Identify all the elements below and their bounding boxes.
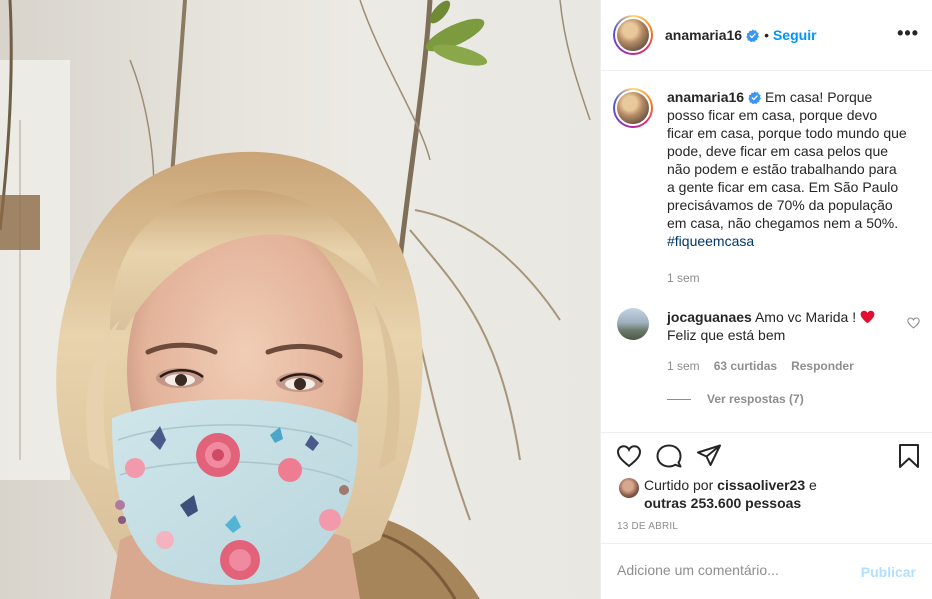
commenter-avatar[interactable] <box>617 308 649 340</box>
author-avatar[interactable] <box>613 15 653 55</box>
caption-timestamp[interactable]: 1 sem <box>667 271 700 285</box>
header-separator: • <box>764 27 769 43</box>
heart-icon[interactable] <box>616 443 642 469</box>
caption-hashtag-link[interactable]: #fiqueemcasa <box>667 233 754 249</box>
actions-divider <box>601 432 932 433</box>
likes-summary: Curtido por cissaoliver23 e outras 253.6… <box>619 476 817 512</box>
liker-avatar[interactable] <box>619 478 639 498</box>
more-options-icon[interactable]: ••• <box>897 24 919 42</box>
likes-text: Curtido por cissaoliver23 e outras 253.6… <box>644 476 817 512</box>
publish-button[interactable]: Publicar <box>861 564 916 580</box>
comment-meta: 1 sem 63 curtidas Responder <box>667 359 854 373</box>
caption-author-avatar[interactable] <box>613 88 653 128</box>
photo-illustration <box>0 0 591 599</box>
comment-icon[interactable] <box>656 443 682 469</box>
red-heart-emoji-icon <box>860 310 875 324</box>
post-caption: anamaria16 Em casa! Porque posso ficar e… <box>613 88 923 250</box>
comment-text: jocaguanaes Amo vc Marida ! Feliz que es… <box>667 308 877 344</box>
caption-username[interactable]: anamaria16 <box>667 89 744 105</box>
liker-username[interactable]: cissaoliver23 <box>717 477 805 493</box>
verified-badge-icon <box>746 28 760 42</box>
post-sidebar: anamaria16 • Seguir ••• anamaria16 Em ca… <box>600 0 932 599</box>
post-header: anamaria16 • Seguir ••• <box>601 0 932 71</box>
reply-button[interactable]: Responder <box>791 359 854 373</box>
replies-divider <box>667 398 691 400</box>
comment-like-heart-icon[interactable] <box>907 317 920 329</box>
comment-item: jocaguanaes Amo vc Marida ! Feliz que es… <box>617 308 920 344</box>
view-replies-label: Ver respostas (7) <box>707 392 804 406</box>
liked-by-middle: e <box>805 477 817 493</box>
caption-body: Em casa! Porque posso ficar em casa, por… <box>667 89 907 231</box>
comment-box-divider <box>601 543 932 544</box>
comment-likes-count[interactable]: 63 curtidas <box>714 359 777 373</box>
post-photo[interactable] <box>0 0 600 599</box>
bookmark-icon[interactable] <box>896 443 922 469</box>
comment-timestamp[interactable]: 1 sem <box>667 359 700 373</box>
commenter-username[interactable]: jocaguanaes <box>667 309 752 325</box>
comment-body-line2: Feliz que está bem <box>667 327 786 343</box>
other-likers-link[interactable]: outras 253.600 pessoas <box>644 495 801 511</box>
liked-by-prefix: Curtido por <box>644 477 718 493</box>
add-comment-input[interactable] <box>617 562 837 578</box>
view-replies-button[interactable]: Ver respostas (7) <box>667 392 804 406</box>
author-username[interactable]: anamaria16 <box>665 27 742 43</box>
paper-plane-icon[interactable] <box>696 443 722 469</box>
comment-body: Amo vc Marida ! <box>751 309 860 325</box>
follow-button[interactable]: Seguir <box>773 27 817 43</box>
caption-text: anamaria16 Em casa! Porque posso ficar e… <box>667 88 907 250</box>
verified-badge-icon <box>748 91 762 104</box>
post-date[interactable]: 13 DE ABRIL <box>617 521 678 532</box>
